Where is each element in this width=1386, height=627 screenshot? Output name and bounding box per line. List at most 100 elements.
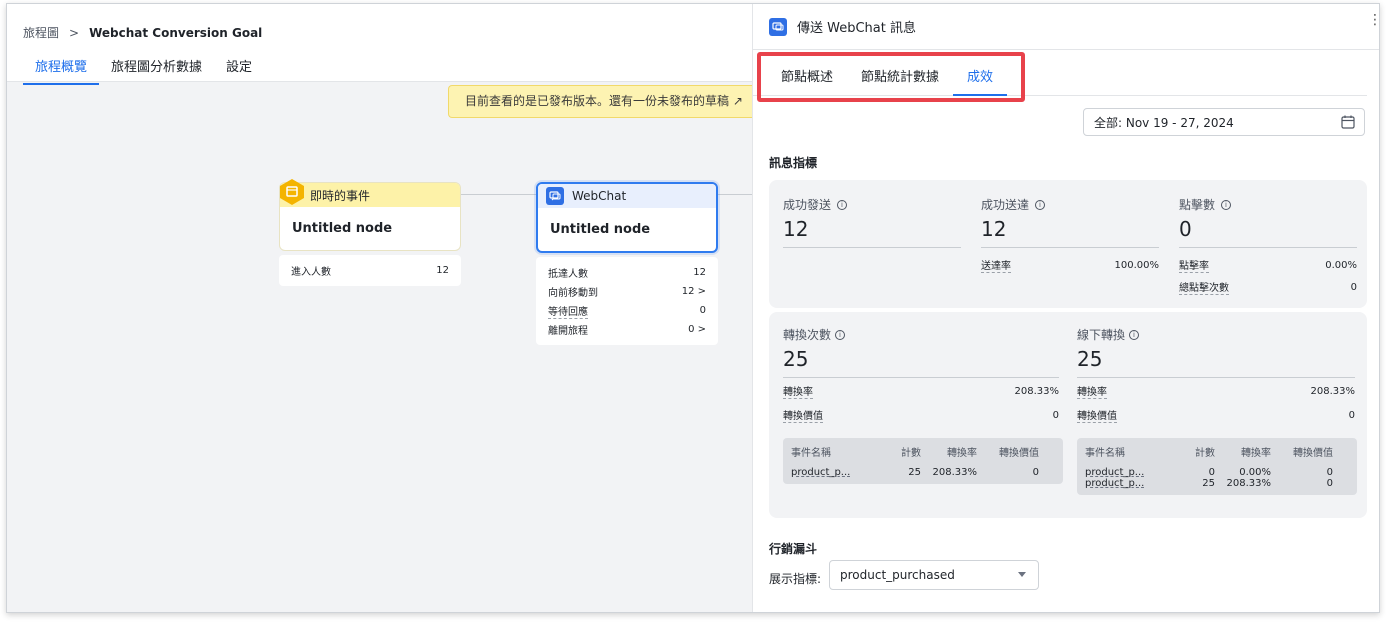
info-icon[interactable]: i (1221, 199, 1232, 210)
info-icon[interactable]: i (1035, 199, 1046, 210)
stat-row[interactable]: 離開旅程 0 > (548, 320, 706, 339)
event-node-title: Untitled node (292, 221, 393, 236)
event-node-header: 即時的事件 (280, 183, 460, 207)
table-cell: 0 (1208, 467, 1215, 478)
metric-label: 轉換次數 (783, 328, 832, 342)
realtime-event-icon (280, 179, 304, 205)
info-icon[interactable]: i (835, 329, 846, 340)
conversion-worth-label: 轉換價值 (1077, 407, 1117, 423)
tab-journey-overview[interactable]: 旅程概覽 (23, 56, 100, 85)
conversion-rate-row: 轉換率 208.33% (1077, 380, 1355, 402)
conversion-worth-value: 0 (1348, 409, 1355, 421)
breadcrumb-separator: > (69, 25, 80, 40)
conversion-rate-row: 轉換率 208.33% (783, 380, 1059, 402)
funnel-metric-select[interactable]: product_purchased (829, 560, 1039, 590)
stat-label: 進入人數 (291, 267, 331, 278)
funnel-metric-label: 展示指標: (769, 572, 822, 586)
journey-canvas[interactable]: 旅程圖 > Webchat Conversion Goal 旅程概覽 旅程圖分析… (7, 4, 752, 612)
conversion-rate-label: 轉換率 (783, 383, 813, 399)
breadcrumb-current: Webchat Conversion Goal (89, 25, 263, 40)
event-node-type: 即時的事件 (310, 188, 371, 203)
conversion-worth-label: 轉換價值 (783, 407, 823, 423)
webchat-node[interactable]: WebChat Untitled node 抵達人數 12 向前移動到 12 >… (536, 182, 718, 345)
column-header: 轉換價值 (1293, 448, 1333, 459)
event-table: 事件名稱 計數 轉換率 轉換價值 product_p... 0 0.00% 0 … (1077, 438, 1357, 495)
conversion-metrics-box: 轉換次數 i 25 轉換率 208.33% 轉換價值 0 事件名稱 計數 轉換率 … (769, 312, 1367, 518)
conversion-rate-value: 208.33% (1310, 385, 1356, 397)
table-cell: 0 (1326, 478, 1333, 489)
stat-label: 等待回應 (548, 303, 588, 319)
event-table: 事件名稱 計數 轉換率 轉換價值 product_p... 25 208.33%… (783, 438, 1063, 484)
stat-row: 抵達人數 12 (548, 263, 706, 282)
webchat-node-title: Untitled node (550, 222, 651, 237)
webchat-node-type: WebChat (572, 189, 627, 203)
calendar-icon[interactable] (1340, 114, 1356, 130)
tab-journey-analytics[interactable]: 旅程圖分析數據 (99, 56, 214, 85)
table-cell: 25 (1202, 478, 1215, 489)
stat-row[interactable]: 向前移動到 12 > (548, 282, 706, 301)
table-row: product_p... 25 208.33% 0 (791, 467, 1055, 478)
stat-label: 抵達人數 (548, 269, 588, 280)
date-range-picker[interactable]: 全部: Nov 19 - 27, 2024 (1083, 108, 1365, 136)
node-connector (461, 194, 536, 195)
message-metrics-box: 成功發送 i 12 成功送達 i 12 送達率 100.00% 點擊數 i 0 點擊率… (769, 180, 1367, 308)
info-icon[interactable]: i (1129, 329, 1140, 340)
node-connector (718, 194, 752, 195)
column-header: 轉換價值 (999, 448, 1039, 459)
table-row: product_p... 25 208.33% 0 (1085, 478, 1349, 489)
conversion-worth-row: 轉換價值 0 (783, 404, 1059, 426)
metric-sent: 成功發送 i 12 (783, 196, 961, 248)
conversion-rate-value: 208.33% (1014, 385, 1060, 397)
stat-label: 離開旅程 (548, 326, 588, 337)
metric-value: 25 (783, 347, 1059, 378)
stat-row: 等待回應 0 (548, 301, 706, 320)
total-clicks-label: 總點擊次數 (1179, 279, 1229, 295)
click-rate-label: 點擊率 (1179, 257, 1209, 273)
event-node-card[interactable]: 即時的事件 Untitled node (279, 182, 461, 251)
stat-value: 12 (436, 265, 449, 276)
webchat-node-card[interactable]: WebChat Untitled node (536, 182, 718, 253)
panel-header: 傳送 WebChat 訊息 ⋮ (753, 4, 1379, 50)
app-window: 旅程圖 > Webchat Conversion Goal 旅程概覽 旅程圖分析… (6, 3, 1380, 613)
metric-clicks: 點擊數 i 0 點擊率 0.00% 總點擊次數 0 (1179, 196, 1357, 296)
tab-settings[interactable]: 設定 (214, 56, 264, 85)
event-node[interactable]: 即時的事件 Untitled node 進入人數 12 (279, 179, 461, 286)
event-name[interactable]: product_p... (791, 467, 879, 478)
metric-label: 線下轉換 (1077, 328, 1126, 342)
event-name[interactable]: product_p... (1085, 478, 1173, 489)
stat-value[interactable]: 0 > (688, 324, 706, 335)
breadcrumb-root[interactable]: 旅程圖 (23, 24, 59, 41)
event-name[interactable]: product_p... (1085, 467, 1173, 478)
funnel-metric-value: product_purchased (840, 568, 955, 582)
stat-value[interactable]: 12 > (682, 286, 706, 297)
date-range-value: 全部: Nov 19 - 27, 2024 (1094, 115, 1234, 130)
stat-label: 向前移動到 (548, 288, 598, 299)
table-cell: 208.33% (1226, 478, 1272, 489)
metric-subrow: 點擊率 0.00% (1179, 256, 1357, 274)
webchat-node-header: WebChat (538, 184, 716, 208)
total-clicks-value: 0 (1350, 281, 1357, 293)
stat-value: 12 (693, 267, 706, 278)
column-header: 計數 (901, 448, 921, 459)
table-cell: 0 (1032, 467, 1039, 478)
top-bar: 旅程圖 > Webchat Conversion Goal 旅程概覽 旅程圖分析… (7, 4, 752, 85)
draft-banner[interactable]: 目前查看的是已發布版本。還有一份未發布的草稿 ↗ (448, 85, 752, 118)
conversion-worth-value: 0 (1052, 409, 1059, 421)
metric-label: 點擊數 (1179, 198, 1216, 212)
stat-row: 進入人數 12 (291, 261, 449, 280)
offline-conversions: 線下轉換 i 25 轉換率 208.33% 轉換價值 0 事件名稱 計數 轉換率 … (1077, 326, 1357, 495)
metric-label: 成功發送 (783, 198, 832, 212)
panel-title: 傳送 WebChat 訊息 (797, 21, 916, 36)
online-conversions: 轉換次數 i 25 轉換率 208.33% 轉換價值 0 事件名稱 計數 轉換率 … (783, 326, 1063, 484)
column-header: 事件名稱 (791, 448, 831, 459)
table-row: product_p... 0 0.00% 0 (1085, 467, 1349, 478)
metric-value: 12 (783, 217, 961, 248)
table-cell: 0 (1326, 467, 1333, 478)
chevron-down-icon (1018, 572, 1026, 577)
conversion-worth-row: 轉換價值 0 (1077, 404, 1355, 426)
table-cell: 0.00% (1239, 467, 1271, 478)
column-header: 轉換率 (1241, 448, 1271, 459)
more-options-icon[interactable]: ⋮ (1368, 12, 1379, 28)
column-header: 事件名稱 (1085, 448, 1125, 459)
info-icon[interactable]: i (837, 199, 848, 210)
